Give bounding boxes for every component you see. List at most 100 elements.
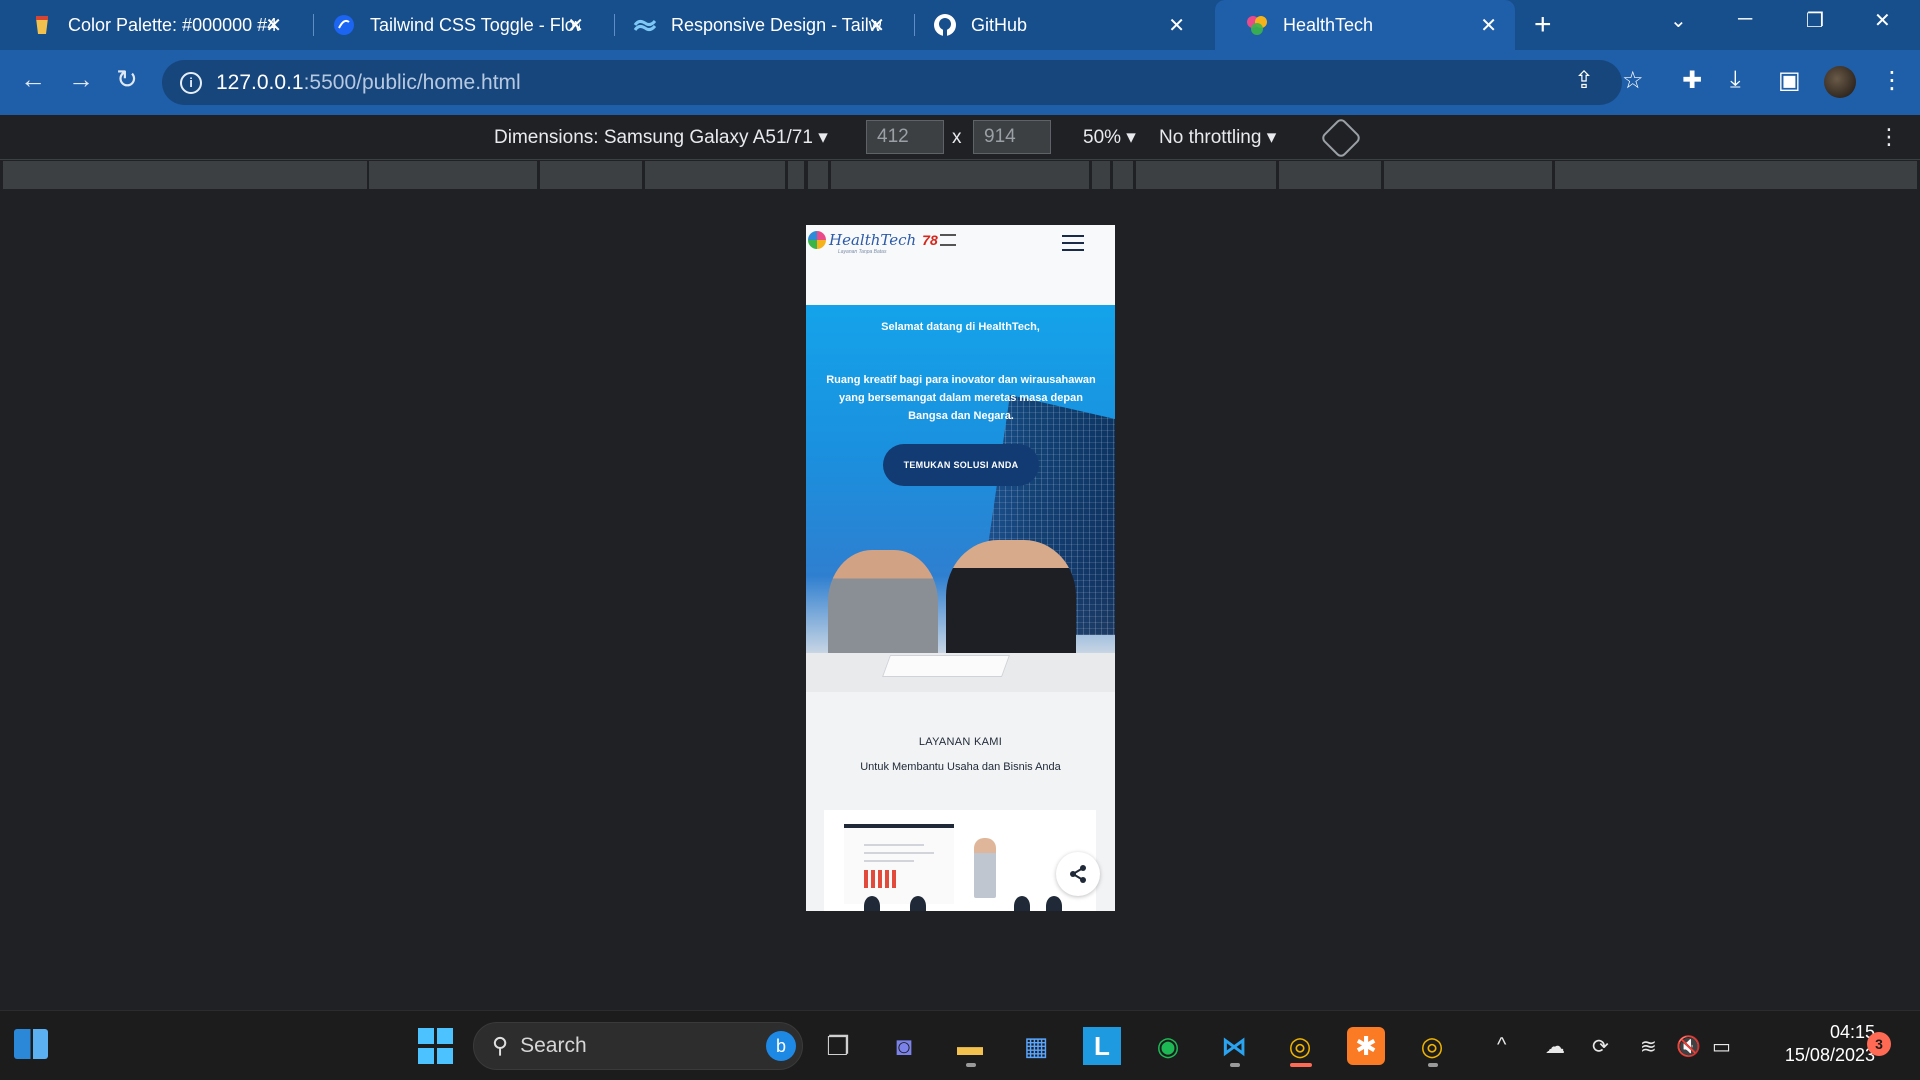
- tab-title: GitHub: [971, 14, 1028, 35]
- healthtech-logo[interactable]: HealthTech Layanan Tanpa Batas 78: [808, 231, 956, 255]
- throttling-label: No throttling: [1159, 127, 1262, 148]
- more-options-icon[interactable]: ⋮: [1878, 124, 1900, 150]
- tab-title: HealthTech: [1283, 14, 1374, 35]
- forward-arrow-icon[interactable]: →: [68, 64, 94, 95]
- tab-responsive-design[interactable]: Responsive Design - Tailw ✕: [603, 0, 903, 50]
- tab-tailwind-toggle[interactable]: Tailwind CSS Toggle - Flow ✕: [302, 0, 602, 50]
- chat-icon[interactable]: ◙: [885, 1027, 923, 1065]
- close-icon[interactable]: ✕: [265, 13, 282, 38]
- bookmark-star-icon[interactable]: ☆: [1622, 66, 1644, 95]
- download-icon[interactable]: ⤓: [1730, 66, 1741, 94]
- start-windows-icon[interactable]: [416, 1027, 454, 1065]
- share-nodes-icon: [1070, 865, 1086, 883]
- device-height-input[interactable]: 914: [973, 120, 1051, 154]
- ruler-segment[interactable]: [3, 161, 367, 189]
- tab-healthtech[interactable]: HealthTech ✕: [1215, 0, 1515, 50]
- tailwind-favicon: [633, 13, 657, 37]
- ruler-segment[interactable]: [540, 161, 642, 189]
- tab-title: Color Palette: #000000 #4: [68, 14, 278, 35]
- close-window-icon[interactable]: ✕: [1874, 8, 1891, 33]
- media-query-ruler[interactable]: [0, 161, 1920, 189]
- share-icon[interactable]: ⇪: [1574, 66, 1594, 95]
- clock-time: 04:15: [1829, 1022, 1875, 1042]
- site-info-icon[interactable]: i: [180, 71, 202, 94]
- tab-color-palette[interactable]: Color Palette: #000000 #4 ✕: [0, 0, 300, 50]
- app-l-icon[interactable]: L: [1083, 1027, 1121, 1065]
- logo-tagline: Layanan Tanpa Batas: [838, 249, 887, 255]
- sync-icon[interactable]: ⟳: [1592, 1034, 1609, 1059]
- chrome-profile-icon[interactable]: ◎: [1413, 1027, 1451, 1065]
- taskbar-search[interactable]: ⚲ Search b: [473, 1022, 803, 1070]
- close-icon[interactable]: ✕: [1480, 13, 1497, 38]
- restore-icon[interactable]: ❐: [1806, 8, 1824, 33]
- extensions-puzzle-icon[interactable]: ✚: [1682, 66, 1702, 95]
- browser-toolbar: ← → ↻ i 127.0.0.1:5500/public/home.html …: [0, 50, 1920, 115]
- new-tab-plus-icon[interactable]: +: [1534, 8, 1552, 42]
- device-viewport: HealthTech Layanan Tanpa Batas 78 Selama…: [806, 225, 1115, 911]
- ruler-segment[interactable]: [831, 161, 1089, 189]
- tab-title: Tailwind CSS Toggle - Flow: [370, 14, 580, 35]
- close-icon[interactable]: ✕: [567, 13, 584, 38]
- tab-search-chevron-icon[interactable]: ⌄: [1670, 8, 1687, 33]
- anniversary-logo-icon: 78: [922, 232, 938, 248]
- audience-illustration: [864, 896, 880, 911]
- rotate-icon[interactable]: [1319, 116, 1363, 160]
- device-width-input[interactable]: 412: [866, 120, 944, 154]
- menu-dots-icon[interactable]: ⋮: [1880, 66, 1904, 95]
- wifi-icon[interactable]: ≋: [1640, 1034, 1657, 1059]
- document-image: [881, 655, 1011, 677]
- services-subtitle: Untuk Membantu Usaha dan Bisnis Anda: [860, 761, 1061, 773]
- ruler-segment[interactable]: [369, 161, 537, 189]
- ruler-segment[interactable]: [1113, 161, 1133, 189]
- close-icon[interactable]: ✕: [868, 13, 885, 38]
- ruler-segment[interactable]: [1555, 161, 1917, 189]
- xampp-icon[interactable]: ✱: [1347, 1027, 1385, 1065]
- device-dimensions-select[interactable]: Dimensions: Samsung Galaxy A51/71 ▾: [494, 126, 828, 149]
- ruler-segment[interactable]: [645, 161, 785, 189]
- ruler-segment[interactable]: [1384, 161, 1552, 189]
- back-arrow-icon[interactable]: ←: [20, 64, 46, 95]
- ruler-segment[interactable]: [808, 161, 828, 189]
- spotify-icon[interactable]: ◉: [1149, 1027, 1187, 1065]
- search-icon: ⚲: [492, 1033, 509, 1058]
- url-text[interactable]: 127.0.0.1:5500/public/home.html: [216, 71, 521, 95]
- side-panel-icon[interactable]: ▣: [1778, 66, 1801, 95]
- tab-github[interactable]: GitHub ✕: [903, 0, 1203, 50]
- ruler-segment[interactable]: [1092, 161, 1110, 189]
- chrome-icon[interactable]: ◎: [1281, 1027, 1319, 1065]
- show-hidden-icons-chevron[interactable]: ^: [1497, 1034, 1506, 1057]
- battery-icon[interactable]: ▭: [1712, 1034, 1731, 1059]
- ruler-segment[interactable]: [788, 161, 804, 189]
- board-line: [864, 844, 924, 846]
- minimize-icon[interactable]: ─: [1738, 8, 1752, 31]
- reload-icon[interactable]: ↻: [116, 64, 138, 95]
- notification-badge[interactable]: 3: [1867, 1032, 1891, 1056]
- site-header: HealthTech Layanan Tanpa Batas 78: [806, 225, 1115, 305]
- service-card[interactable]: [824, 810, 1096, 911]
- address-bar[interactable]: i 127.0.0.1:5500/public/home.html: [162, 60, 1622, 105]
- logo-brand-text: HealthTech: [829, 231, 917, 249]
- color-palette-favicon: [30, 13, 54, 37]
- close-icon[interactable]: ✕: [1168, 13, 1185, 38]
- widgets-icon[interactable]: [14, 1029, 48, 1059]
- share-button[interactable]: [1056, 852, 1100, 896]
- bar-chart-illustration: [864, 870, 898, 888]
- bing-icon[interactable]: b: [766, 1031, 796, 1061]
- system-clock[interactable]: 04:15 15/08/2023: [1755, 1021, 1875, 1067]
- throttling-select[interactable]: No throttling ▾: [1159, 126, 1276, 149]
- volume-muted-icon[interactable]: 🔇: [1676, 1034, 1701, 1059]
- file-explorer-icon[interactable]: ▬: [951, 1027, 989, 1065]
- task-view-icon[interactable]: ❐: [819, 1027, 857, 1065]
- vscode-icon[interactable]: ⋈: [1215, 1027, 1253, 1065]
- hamburger-menu-icon[interactable]: [1062, 235, 1084, 251]
- microsoft-store-icon[interactable]: ▦: [1017, 1027, 1055, 1065]
- profile-avatar[interactable]: [1824, 66, 1856, 98]
- zoom-select[interactable]: 50% ▾: [1083, 126, 1136, 149]
- ruler-segment[interactable]: [1136, 161, 1276, 189]
- hero-welcome-text: Selamat datang di HealthTech,: [881, 321, 1040, 333]
- onedrive-cloud-icon[interactable]: ☁: [1545, 1034, 1565, 1059]
- find-solution-button[interactable]: TEMUKAN SOLUSI ANDA: [883, 444, 1039, 486]
- ruler-segment[interactable]: [1279, 161, 1381, 189]
- browser-tab-strip: Color Palette: #000000 #4 ✕ Tailwind CSS…: [0, 0, 1920, 50]
- taskbar: ⚲ Search b ❐ ◙ ▬ ▦ L ◉ ⋈ ◎ ✱ ◎: [0, 1010, 1920, 1080]
